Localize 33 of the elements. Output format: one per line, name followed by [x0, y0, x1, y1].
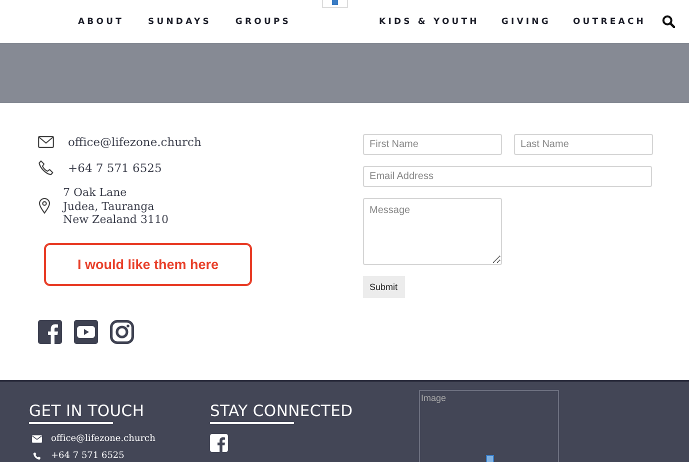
broken-image-icon	[486, 455, 494, 462]
footer-phone: +64 7 571 6525	[51, 451, 124, 461]
message-field[interactable]: Message	[362, 198, 502, 265]
phone-text: +64 7 571 6525	[68, 161, 162, 175]
location-pin-icon	[38, 198, 51, 214]
address-line: Judea, Tauranga	[63, 200, 156, 213]
instagram-icon[interactable]	[110, 320, 134, 344]
phone-icon	[32, 452, 42, 460]
footer-email: office@lifezone.church	[51, 434, 156, 444]
footer-heading: STAY CONNECTED	[210, 402, 354, 420]
address-line: 7 Oak Lane	[63, 186, 128, 200]
search-icon[interactable]	[662, 15, 675, 28]
nav-link[interactable]: SUNDAYS	[148, 16, 212, 26]
submit-button[interactable]: Submit	[362, 276, 405, 298]
email-field[interactable]: Email Address	[362, 166, 652, 187]
nav-link[interactable]: ABOUT	[78, 16, 124, 26]
nav-link[interactable]: GIVING	[501, 16, 551, 26]
nav-link[interactable]: KIDS & YOUTH	[379, 16, 480, 26]
address-line: New Zealand 3110	[63, 213, 168, 226]
footer-heading: GET IN TOUCH	[29, 402, 146, 420]
nav-link[interactable]: OUTREACH	[572, 16, 646, 26]
last-name-field[interactable]: Last Name	[514, 134, 653, 155]
envelope-icon	[38, 134, 54, 150]
annotation-callout: I would like them here	[44, 242, 252, 286]
first-name-field[interactable]: First Name	[362, 134, 502, 155]
email-text: office@lifezone.church	[68, 135, 202, 149]
phone-icon	[38, 160, 54, 176]
facebook-icon[interactable]	[38, 320, 62, 344]
youtube-icon[interactable]	[74, 320, 98, 344]
image-alt-text: Image	[421, 393, 446, 403]
nav-link[interactable]: GROUPS	[235, 16, 292, 26]
facebook-icon[interactable]	[210, 434, 228, 452]
envelope-icon	[32, 435, 42, 443]
